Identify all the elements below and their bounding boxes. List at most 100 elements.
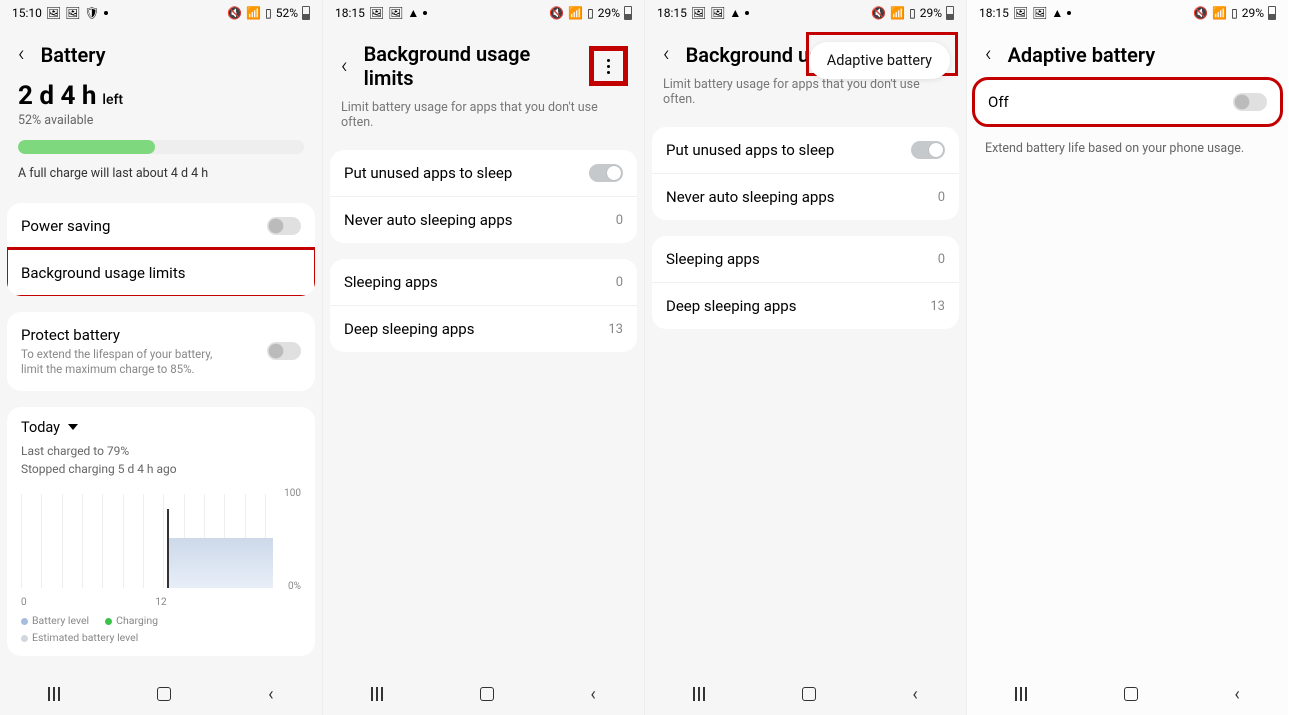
time-remaining: 2 d 4 h left xyxy=(18,81,304,111)
battery-bar xyxy=(18,140,304,154)
adaptive-battery-menu-item[interactable]: Adaptive battery xyxy=(809,42,950,79)
battery-icon xyxy=(624,6,632,20)
battery-chart: 100 0% 0 12 xyxy=(21,488,301,608)
power-saving-row[interactable]: Power saving xyxy=(7,203,315,249)
clock: 15:10 xyxy=(12,6,42,20)
subtitle: Limit battery usage for apps that you do… xyxy=(645,73,966,119)
clock: 18:15 xyxy=(335,6,365,20)
notif-icon: 🖼 xyxy=(369,6,384,20)
recents-button[interactable] xyxy=(693,687,705,701)
nav-bar: ‹ xyxy=(967,673,1288,715)
back-icon[interactable]: ‹ xyxy=(341,54,348,79)
warn-icon: ▲ xyxy=(729,6,741,20)
full-charge-note: A full charge will last about 4 d 4 h xyxy=(0,160,322,195)
back-icon[interactable]: ‹ xyxy=(663,42,670,67)
warn-icon: ▲ xyxy=(407,6,419,20)
shield-icon: 🛡 xyxy=(84,6,99,20)
nav-bar: ‹ xyxy=(0,673,322,715)
never-auto-sleeping-row[interactable]: Never auto sleeping apps 0 xyxy=(652,173,959,220)
battery-icon xyxy=(1268,6,1276,20)
status-bar: 18:15 🖼 🖼 ▲ 🔇 📶 ▯ 29% xyxy=(645,0,966,26)
more-dot-icon xyxy=(1067,11,1071,15)
subtitle: Limit battery usage for apps that you do… xyxy=(323,96,644,142)
deep-sleeping-apps-row[interactable]: Deep sleeping apps 13 xyxy=(330,305,637,352)
battery-icon xyxy=(946,6,954,20)
wifi-icon: 📶 xyxy=(246,6,261,20)
status-bar: 15:10 🖼 🖼 🛡 🔇 📶 ▯ 52% xyxy=(0,0,322,26)
notif-icon: 🖼 xyxy=(1032,6,1047,20)
adaptive-battery-desc: Extend battery life based on your phone … xyxy=(967,131,1288,166)
battery-icon xyxy=(302,6,310,20)
protect-battery-row[interactable]: Protect battery To extend the lifespan o… xyxy=(7,312,315,391)
home-button[interactable] xyxy=(1124,687,1138,701)
stopped-charging: Stopped charging 5 d 4 h ago xyxy=(7,462,315,480)
mute-icon: 🔇 xyxy=(549,6,564,20)
back-button[interactable]: ‹ xyxy=(590,684,595,705)
battery-pct: 52% xyxy=(276,6,298,20)
more-vert-icon xyxy=(607,59,610,74)
never-auto-sleeping-row[interactable]: Never auto sleeping apps 0 xyxy=(330,196,637,243)
back-button[interactable]: ‹ xyxy=(912,684,917,705)
back-button[interactable]: ‹ xyxy=(268,684,273,705)
overflow-menu-button[interactable] xyxy=(591,48,626,84)
today-dropdown[interactable]: Today xyxy=(7,407,315,444)
signal-icon: ▯ xyxy=(587,6,594,20)
signal-icon: ▯ xyxy=(265,6,272,20)
signal-icon: ▯ xyxy=(909,6,916,20)
put-unused-sleep-toggle[interactable] xyxy=(911,141,945,159)
battery-pct: 29% xyxy=(598,6,620,20)
notif-icon: 🖼 xyxy=(710,6,725,20)
put-unused-sleep-row[interactable]: Put unused apps to sleep xyxy=(652,127,959,173)
back-button[interactable]: ‹ xyxy=(1234,684,1239,705)
notif-icon: 🖼 xyxy=(388,6,403,20)
notif-icon: 🖼 xyxy=(691,6,706,20)
adaptive-battery-toggle[interactable] xyxy=(1233,93,1267,111)
power-saving-toggle[interactable] xyxy=(267,217,301,235)
nav-bar: ‹ xyxy=(323,673,644,715)
signal-icon: ▯ xyxy=(1231,6,1238,20)
wifi-icon: 📶 xyxy=(1212,6,1227,20)
notif-icon: 🖼 xyxy=(1013,6,1028,20)
mute-icon: 🔇 xyxy=(227,6,242,20)
clock: 18:15 xyxy=(657,6,687,20)
chevron-down-icon xyxy=(68,424,78,430)
mute-icon: 🔇 xyxy=(871,6,886,20)
last-charged: Last charged to 79% xyxy=(7,444,315,462)
sleeping-apps-row[interactable]: Sleeping apps 0 xyxy=(330,259,637,305)
more-dot-icon xyxy=(423,11,427,15)
battery-pct: 29% xyxy=(1242,6,1264,20)
home-button[interactable] xyxy=(480,687,494,701)
home-button[interactable] xyxy=(802,687,816,701)
adaptive-battery-toggle-row[interactable]: Off xyxy=(974,79,1281,125)
warn-icon: ▲ xyxy=(1051,6,1063,20)
back-icon[interactable]: ‹ xyxy=(985,42,992,67)
chart-legend: Battery level Charging Estimated battery… xyxy=(7,614,315,656)
home-button[interactable] xyxy=(157,687,171,701)
status-bar: 18:15 🖼 🖼 ▲ 🔇 📶 ▯ 29% xyxy=(323,0,644,26)
back-icon[interactable]: ‹ xyxy=(18,42,25,67)
status-bar: 18:15 🖼 🖼 ▲ 🔇 📶 ▯ 29% xyxy=(967,0,1288,26)
wifi-icon: 📶 xyxy=(890,6,905,20)
battery-pct: 29% xyxy=(920,6,942,20)
deep-sleeping-apps-row[interactable]: Deep sleeping apps 13 xyxy=(652,282,959,329)
recents-button[interactable] xyxy=(48,687,60,701)
protect-battery-toggle[interactable] xyxy=(267,342,301,360)
put-unused-sleep-toggle[interactable] xyxy=(589,164,623,182)
put-unused-sleep-row[interactable]: Put unused apps to sleep xyxy=(330,150,637,196)
bg-limits-screen: 18:15 🖼 🖼 ▲ 🔇 📶 ▯ 29% ‹ Background usage… xyxy=(322,0,644,715)
recents-button[interactable] xyxy=(371,687,383,701)
available-pct: 52% available xyxy=(18,113,304,128)
recents-button[interactable] xyxy=(1015,687,1027,701)
nav-bar: ‹ xyxy=(645,673,966,715)
background-usage-limits-row[interactable]: Background usage limits xyxy=(7,249,315,296)
page-title: Background usage limits xyxy=(364,42,576,90)
adaptive-battery-screen: 18:15 🖼 🖼 ▲ 🔇 📶 ▯ 29% ‹ Adaptive battery… xyxy=(966,0,1288,715)
page-title: Battery xyxy=(41,43,106,67)
sleeping-apps-row[interactable]: Sleeping apps 0 xyxy=(652,236,959,282)
more-dot-icon xyxy=(104,11,108,15)
more-dot-icon xyxy=(745,11,749,15)
wifi-icon: 📶 xyxy=(568,6,583,20)
notif-icon: 🖼 xyxy=(65,6,80,20)
bg-limits-menu-screen: 18:15 🖼 🖼 ▲ 🔇 📶 ▯ 29% ‹ Background usa L… xyxy=(644,0,966,715)
page-title: Adaptive battery xyxy=(1008,43,1156,67)
